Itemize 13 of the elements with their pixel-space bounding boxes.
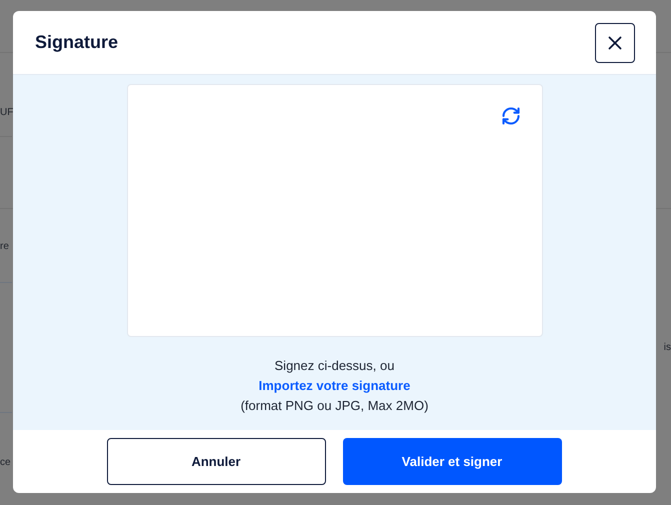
- background-text: ce: [0, 456, 11, 470]
- refresh-icon: [500, 106, 520, 126]
- upload-link[interactable]: Importez votre signature: [258, 376, 410, 396]
- reset-button[interactable]: [500, 106, 520, 126]
- format-note: (format PNG ou JPG, Max 2MO): [240, 397, 428, 415]
- background-text: UF: [0, 106, 14, 120]
- submit-button[interactable]: Valider et signer: [342, 438, 562, 485]
- instructions-text: Signez ci-dessus, ou: [274, 357, 394, 375]
- background-text: re: [0, 240, 9, 254]
- cancel-button[interactable]: Annuler: [106, 438, 326, 485]
- close-button[interactable]: [595, 22, 635, 62]
- background-text: is: [664, 341, 671, 355]
- dialog-title: Signature: [35, 31, 118, 54]
